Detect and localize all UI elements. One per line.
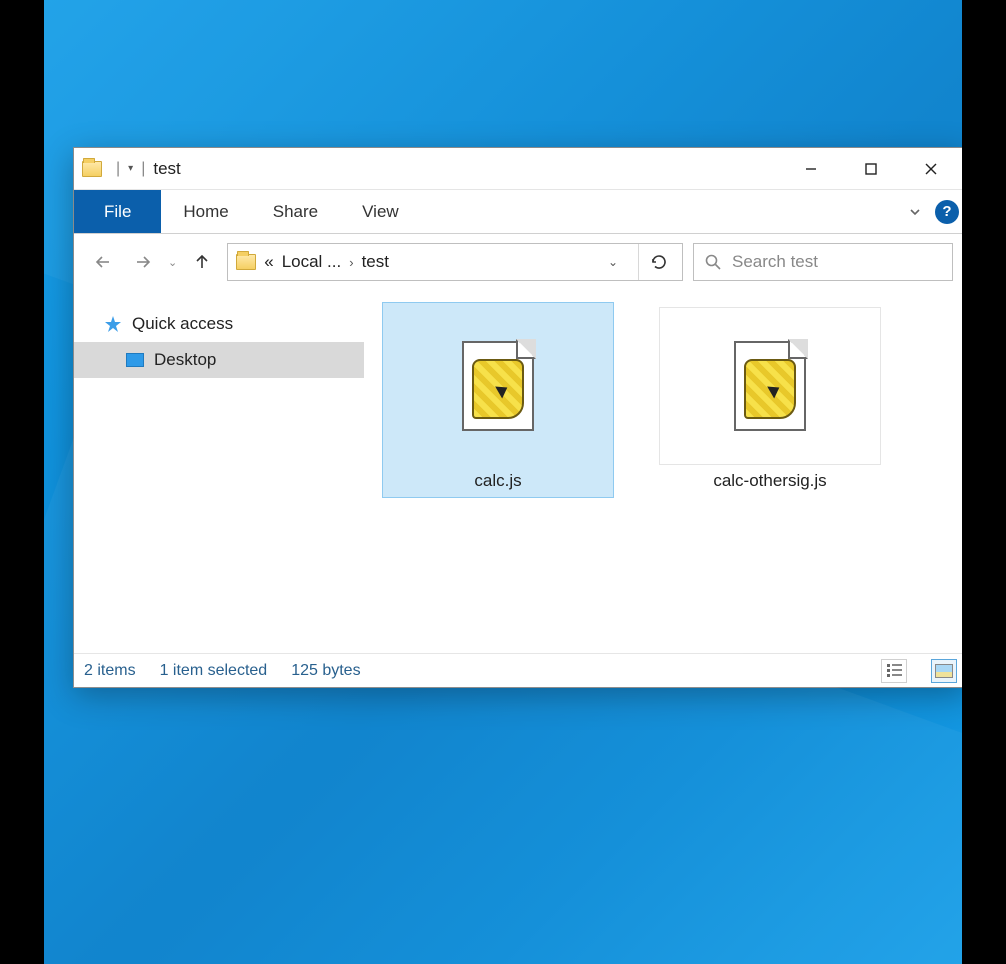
script-file-icon bbox=[462, 341, 534, 431]
breadcrumb-label: Local ... bbox=[282, 252, 342, 272]
minimize-button[interactable] bbox=[781, 148, 841, 190]
tab-home[interactable]: Home bbox=[161, 190, 250, 233]
chevron-right-icon: › bbox=[349, 255, 353, 270]
status-size: 125 bytes bbox=[291, 662, 360, 680]
script-file-icon bbox=[734, 341, 806, 431]
monitor-icon bbox=[126, 353, 144, 367]
ribbon-tabs: File Home Share View ? bbox=[74, 190, 962, 234]
tab-share[interactable]: Share bbox=[251, 190, 340, 233]
explorer-window: | ▾ | test File Home Share View bbox=[73, 147, 962, 688]
body: Quick access Desktop calc.js bbox=[74, 290, 962, 653]
nav-up-button[interactable] bbox=[187, 247, 217, 277]
address-dropdown[interactable]: ⌄ bbox=[596, 244, 630, 280]
nav-forward-button[interactable] bbox=[128, 247, 158, 277]
nav-history-dropdown[interactable]: ⌄ bbox=[168, 256, 177, 269]
breadcrumb-overflow[interactable]: « bbox=[264, 252, 273, 272]
nav-desktop[interactable]: Desktop bbox=[74, 342, 364, 378]
status-item-count: 2 items bbox=[84, 662, 136, 680]
view-details-button[interactable] bbox=[881, 659, 907, 683]
titlebar-separator: | bbox=[141, 160, 145, 178]
file-item[interactable]: calc-othersig.js bbox=[654, 302, 886, 498]
desktop-background: | ▾ | test File Home Share View bbox=[44, 0, 962, 964]
nav-item-label: Quick access bbox=[132, 314, 233, 334]
tab-view[interactable]: View bbox=[340, 190, 421, 233]
title-bar: | ▾ | test bbox=[74, 148, 962, 190]
refresh-button[interactable] bbox=[638, 244, 678, 280]
window-title: test bbox=[153, 159, 180, 179]
status-selection: 1 item selected bbox=[160, 662, 268, 680]
star-icon bbox=[104, 315, 122, 333]
help-button[interactable]: ? bbox=[935, 200, 959, 224]
folder-icon bbox=[236, 254, 256, 270]
file-icon-wrap bbox=[387, 307, 609, 465]
file-name-label: calc.js bbox=[474, 471, 521, 491]
navigation-pane: Quick access Desktop bbox=[74, 290, 364, 653]
titlebar-separator: | bbox=[116, 160, 120, 178]
quick-access-toolbar-dropdown[interactable]: ▾ bbox=[128, 163, 133, 174]
folder-icon bbox=[82, 161, 102, 177]
status-bar: 2 items 1 item selected 125 bytes bbox=[74, 653, 962, 687]
ribbon-collapse-button[interactable] bbox=[895, 190, 935, 233]
search-icon bbox=[704, 253, 722, 271]
address-row: ⌄ « Local ... › test ⌄ bbox=[74, 234, 962, 290]
file-name-label: calc-othersig.js bbox=[713, 471, 826, 491]
address-bar[interactable]: « Local ... › test ⌄ bbox=[227, 243, 683, 281]
close-button[interactable] bbox=[901, 148, 961, 190]
nav-item-label: Desktop bbox=[154, 350, 216, 370]
nav-quick-access[interactable]: Quick access bbox=[74, 306, 364, 342]
view-large-icons-button[interactable] bbox=[931, 659, 957, 683]
file-item[interactable]: calc.js bbox=[382, 302, 614, 498]
file-icon-wrap bbox=[659, 307, 881, 465]
tab-file[interactable]: File bbox=[74, 190, 161, 233]
breadcrumb-parent[interactable]: Local ... › bbox=[282, 252, 354, 272]
search-placeholder: Search test bbox=[732, 252, 818, 272]
search-box[interactable]: Search test bbox=[693, 243, 953, 281]
breadcrumb-current[interactable]: test bbox=[362, 252, 389, 272]
nav-back-button[interactable] bbox=[88, 247, 118, 277]
file-list[interactable]: calc.js calc-othersig.js bbox=[364, 290, 962, 653]
maximize-button[interactable] bbox=[841, 148, 901, 190]
